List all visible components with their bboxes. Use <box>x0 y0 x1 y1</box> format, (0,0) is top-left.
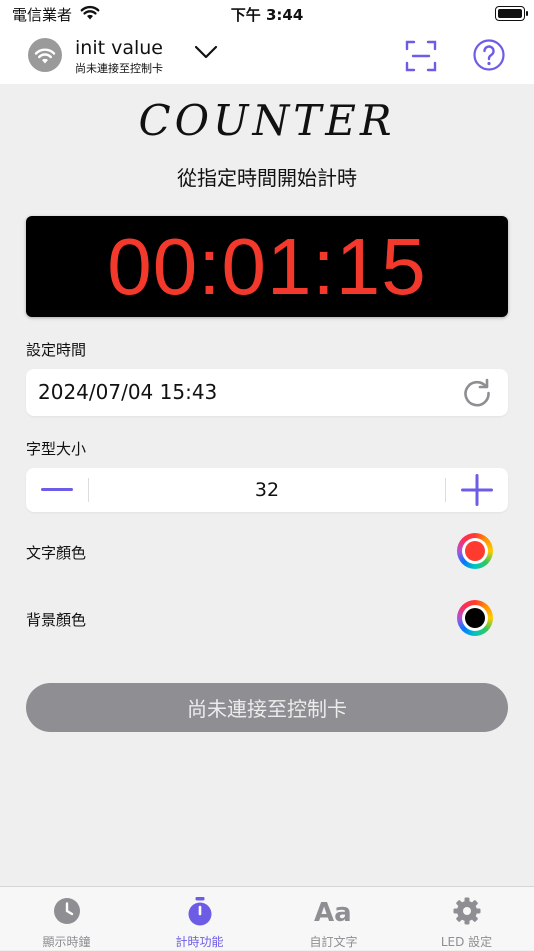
minus-icon <box>41 488 73 491</box>
font-size-label: 字型大小 <box>26 440 87 458</box>
mode-subtitle: 從指定時間開始計時 <box>177 166 357 190</box>
decrease-button[interactable] <box>26 468 88 512</box>
tab-custom-text[interactable]: Aa 自訂文字 <box>267 887 400 951</box>
device-connection-status: 尚未連接至控制卡 <box>75 62 163 75</box>
tab-label: 自訂文字 <box>309 935 358 949</box>
bg-color-label: 背景顏色 <box>26 611 87 629</box>
text-color-picker[interactable] <box>457 533 493 569</box>
stopwatch-icon <box>133 897 266 927</box>
status-time: 下午 3:44 <box>230 6 304 24</box>
refresh-button[interactable] <box>460 376 494 414</box>
svg-text:Aa: Aa <box>314 898 352 925</box>
timer-display-text: 00:01:15 <box>107 221 427 311</box>
tab-label: LED 設定 <box>440 935 493 949</box>
chevron-down-icon[interactable] <box>194 44 218 64</box>
font-size-value: 32 <box>254 479 280 501</box>
plus-icon <box>461 474 493 506</box>
connect-button[interactable]: 尚未連接至控制卡 <box>26 683 508 732</box>
clock-icon <box>0 897 133 925</box>
gear-icon <box>400 897 533 925</box>
battery-icon <box>495 6 528 21</box>
device-name[interactable]: init value <box>75 37 163 59</box>
scan-icon <box>405 40 437 72</box>
text-color-label: 文字顏色 <box>26 544 87 562</box>
scan-qr-button[interactable] <box>404 39 438 77</box>
text-aa-icon: Aa <box>267 897 400 925</box>
status-bar: 電信業者 下午 3:44 <box>0 0 534 28</box>
tab-led-settings[interactable]: LED 設定 <box>400 887 533 951</box>
bg-color-row: 背景顏色 <box>26 600 508 636</box>
counter-logo: COUNTER <box>138 96 396 145</box>
refresh-icon <box>464 378 490 407</box>
tab-bar: 顯示時鐘 計時功能 Aa 自訂文字 LED 設定 <box>0 886 534 950</box>
increase-button[interactable] <box>446 468 508 512</box>
timer-display: 00:01:15 <box>26 216 508 317</box>
tab-label: 顯示時鐘 <box>42 935 91 949</box>
tab-timer[interactable]: 計時功能 <box>133 887 266 951</box>
set-time-label: 設定時間 <box>26 341 87 359</box>
text-color-row: 文字顏色 <box>26 533 508 569</box>
tab-clock[interactable]: 顯示時鐘 <box>0 887 133 951</box>
wifi-device-icon <box>28 38 62 72</box>
bg-color-picker[interactable] <box>457 600 493 636</box>
font-size-stepper: 32 <box>26 468 508 512</box>
set-time-value[interactable]: 2024/07/04 15:43 <box>38 380 217 404</box>
device-header: init value 尚未連接至控制卡 <box>0 28 534 84</box>
help-button[interactable] <box>472 38 506 76</box>
tab-label: 計時功能 <box>175 935 224 949</box>
set-time-field[interactable]: 2024/07/04 15:43 <box>26 369 508 416</box>
help-icon <box>473 39 505 71</box>
